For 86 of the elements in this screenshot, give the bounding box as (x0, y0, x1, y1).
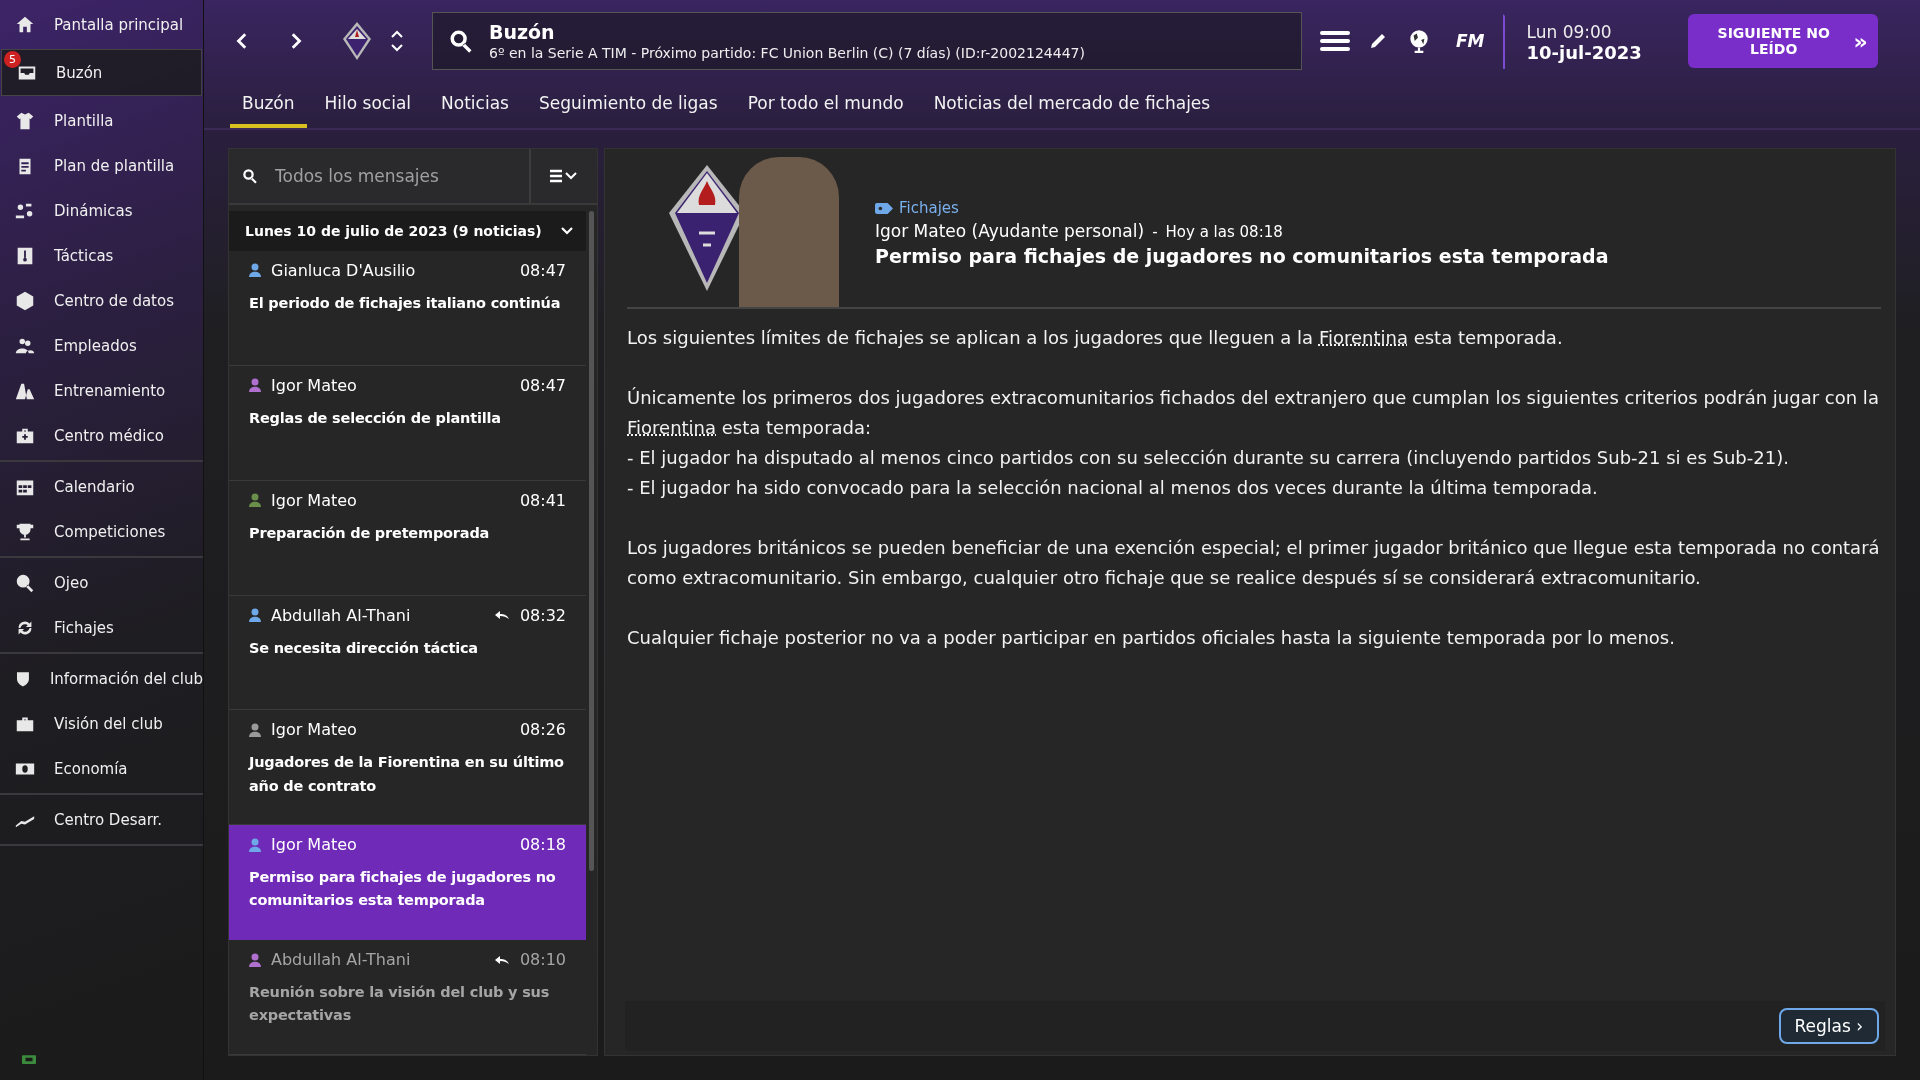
message-time: 08:18 (519, 835, 566, 855)
message-time: Hoy a las 08:18 (1165, 223, 1283, 241)
sidebar-item[interactable]: Centro Desarr. (0, 797, 203, 842)
page-search-field[interactable]: Buzón 6º en la Serie A TIM - Próximo partido: FC Union Berlin (C) (7 días) (ID:r-2002124447) (432, 12, 1302, 70)
next-unread-button[interactable]: SIGUIENTE NO LEÍDO » (1687, 14, 1878, 68)
tab[interactable]: Buzón (230, 82, 307, 128)
message-subject: Reglas de selección de plantilla (249, 408, 502, 428)
fm-logo[interactable]: FM (1456, 31, 1485, 51)
message-time: 08:41 (519, 490, 566, 510)
tag-icon (875, 202, 893, 214)
message-paragraph: Los jugadores británicos se pueden beneficiar de una exención especial; el primer jugador británico que llegue esta temporada no contará como extracomunitario. Sin embargo, cualquier otro fichaje que se realice después sí se considerará extracomunitario. (627, 536, 1881, 590)
message-time: 08:26 (519, 720, 566, 740)
sidebar-item[interactable]: Información del club (0, 656, 203, 701)
message-sender: Igor Mateo (271, 835, 358, 855)
message-time: 08:10 (519, 950, 566, 970)
page-title: Buzón (489, 21, 556, 43)
separator-dash: - (1152, 223, 1158, 241)
message-sender[interactable]: Igor Mateo (Ayudante personal) (875, 221, 1145, 241)
sidebar-item[interactable]: Calendario (0, 464, 203, 509)
sidebar-item[interactable]: Plan de plantilla (0, 143, 203, 188)
notification-badge: 5 (4, 51, 21, 68)
club-link[interactable]: Fiorentina (1318, 327, 1408, 348)
sidebar-item[interactable]: Plantilla (0, 98, 203, 143)
message-subject: El periodo de fichajes italiano continúa (249, 293, 562, 313)
message-paragraph: Cualquier fichaje posterior no va a poder participar en partidos oficiales hasta la siguiente temporada por lo menos. (627, 626, 1676, 650)
list-dropdown-icon (549, 168, 579, 184)
message-category[interactable]: Fichajes (899, 199, 959, 217)
message-sender: Abdullah Al-Thani (271, 950, 412, 970)
message-item[interactable]: Gianluca D'Ausilio 08:47 El periodo de fichajes italiano continúa (229, 250, 586, 366)
sidebar-item[interactable]: Centro médico (0, 413, 203, 458)
message-subject: Preparación de pretemporada (249, 523, 491, 543)
message-sender: Igor Mateo (271, 375, 358, 395)
message-item[interactable]: Abdullah Al-Thani 08:10 Reunión sobre la visión del club y sus expectativas (229, 940, 586, 1055)
sidebar-item[interactable]: Buzón 5 (1, 49, 202, 96)
sidebar-item[interactable]: Empleados (0, 323, 203, 368)
page-subtitle: 6º en la Serie A TIM - Próximo partido: FC Union Berlin (C) (7 días) (ID:r-2002124447) (489, 45, 1085, 61)
message-paragraph: - El jugador ha sido convocado para la selección nacional al menos dos veces durante la última temporada. (627, 476, 1599, 500)
sidebar-item[interactable]: Competiciones (0, 509, 203, 554)
tab[interactable]: Hilo social (312, 82, 424, 128)
sidebar-item[interactable]: Visión del club (0, 701, 203, 746)
game-date: 10-jul-2023 (1526, 41, 1642, 63)
menu-icon[interactable] (1320, 29, 1350, 53)
message-time: 08:47 (519, 260, 566, 280)
message-paragraph: Los siguientes límites de fichajes se aplican a los jugadores que lleguen a la Fiorentina esta temporada. (627, 326, 1564, 350)
message-item[interactable]: Igor Mateo 08:18 Permiso para fichajes de jugadores no comunitarios esta temporada (229, 825, 586, 941)
message-title: Permiso para fichajes de jugadores no comunitarios esta temporada (875, 245, 1609, 267)
sidebar-item[interactable]: Fichajes (0, 605, 203, 650)
rules-button[interactable]: Reglas › (1778, 1008, 1879, 1044)
sidebar-item[interactable]: Entrenamiento (0, 368, 203, 413)
chevron-down-icon (560, 225, 574, 236)
message-item[interactable]: Igor Mateo 08:47 Reglas de selección de plantilla (229, 365, 586, 481)
club-link[interactable]: Fiorentina (627, 417, 717, 438)
scrollbar[interactable] (589, 211, 594, 871)
date-time-panel[interactable]: Lun 09:00 10-jul-2023 (1502, 13, 1670, 69)
tab[interactable]: Seguimiento de ligas (526, 82, 730, 128)
up-down-chevron-icon[interactable] (390, 28, 404, 54)
tab[interactable]: Noticias (429, 82, 521, 128)
message-sender: Abdullah Al-Thani (271, 605, 412, 625)
message-subject: Jugadores de la Fiorentina en su último año de contrato (249, 753, 565, 796)
sidebar-item[interactable]: Centro de datos (0, 278, 203, 323)
message-paragraph: Únicamente los primeros dos jugadores extracomunitarios fichados del extranjero que cumplan los siguientes criterios podrán jugar con la Fiorentina esta temporada: (627, 386, 1880, 440)
date-group-header[interactable]: Lunes 10 de julio de 2023 (9 noticias) (229, 211, 586, 251)
day-time: Lun 09:00 (1526, 21, 1613, 42)
sidebar-item[interactable]: Pantalla principal (0, 2, 203, 47)
sidebar-item[interactable]: Economía (0, 746, 203, 791)
message-sender: Igor Mateo (271, 490, 358, 510)
search-icon (241, 167, 259, 185)
date-group-label: Lunes 10 de julio de 2023 (9 noticias) (245, 222, 542, 239)
message-item[interactable]: Abdullah Al-Thani 08:32 Se necesita dirección táctica (229, 595, 586, 711)
pencil-icon[interactable] (1368, 31, 1388, 51)
hexagon-icon (14, 289, 36, 312)
club-crest-icon[interactable] (342, 21, 372, 61)
message-paragraph: - El jugador ha disputado al menos cinco partidos con su selección durante su carrera (incluyendo partidos Sub-21 si es Sub-21). (627, 446, 1790, 470)
message-subject: Reunión sobre la visión del club y sus expectativas (249, 983, 551, 1026)
message-item[interactable]: Igor Mateo 08:41 Preparación de pretemporada (229, 480, 586, 596)
message-time: 08:32 (519, 605, 566, 625)
sidebar-item[interactable]: Dinámicas (0, 188, 203, 233)
message-sender: Gianluca D'Ausilio (271, 260, 417, 280)
message-subject: Permiso para fichajes de jugadores no comunitarios esta temporada (249, 868, 557, 911)
message-subject: Se necesita dirección táctica (249, 638, 479, 658)
sidebar-item[interactable]: Tácticas (0, 233, 203, 278)
message-time: 08:47 (519, 375, 566, 395)
tab[interactable]: Noticias del mercado de fichajes (921, 82, 1223, 128)
sidebar-item[interactable]: Ojeo (0, 560, 203, 605)
tab[interactable]: Por todo el mundo (735, 82, 916, 128)
message-sender: Igor Mateo (271, 720, 358, 740)
